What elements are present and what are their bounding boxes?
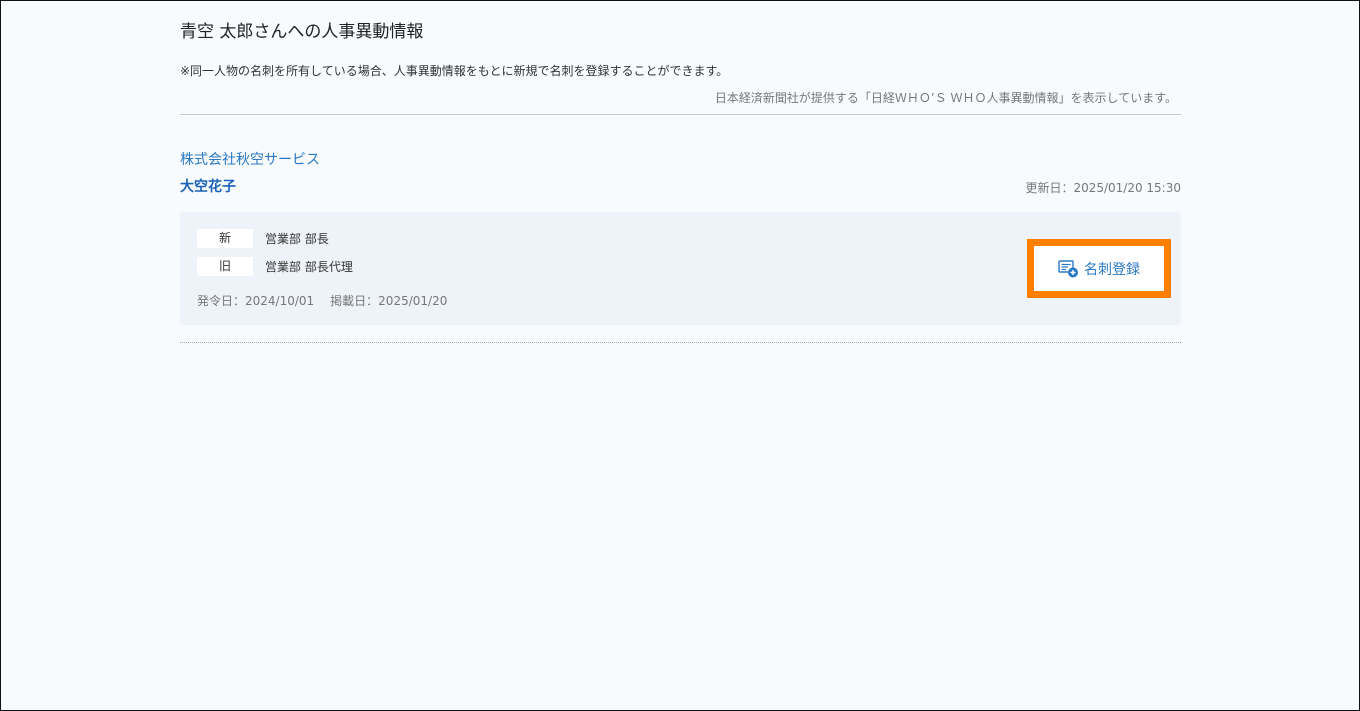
page-title: 青空 太郎さんへの人事異動情報 [180,22,424,42]
new-position-row: 新 営業部 部長 [197,228,329,248]
transfer-dates: 発令日：2024/10/01 掲載日：2025/01/20 [197,292,447,309]
person-name: 大空花子 [180,179,236,195]
old-tag: 旧 [197,256,253,276]
card-add-icon [1058,259,1078,277]
register-card-button[interactable]: 名刺登録 [1027,239,1171,298]
old-position: 営業部 部長代理 [265,259,353,274]
company-name: 株式会社秋空サービス [180,152,320,168]
entry-divider [180,342,1181,343]
transfer-card: 新 営業部 部長 旧 営業部 部長代理 発令日：2024/10/01 掲載日：20… [180,212,1181,325]
new-tag: 新 [197,228,253,248]
registration-note: ※同一人物の名刺を所有している場合、人事異動情報をもとに新規で名刺を登録すること… [180,64,729,78]
source-credit: 日本経済新聞社が提供する「日経ＷＨＯ’Ｓ ＷＨＯ人事異動情報」を表示しています。 [714,91,1177,105]
register-card-label: 名刺登録 [1084,261,1140,278]
old-position-row: 旧 営業部 部長代理 [197,256,353,276]
header-divider [180,114,1181,115]
publish-date: 掲載日：2025/01/20 [330,294,448,308]
issue-date: 発令日：2024/10/01 [197,294,315,308]
updated-date: 更新日：2025/01/20 15:30 [1025,181,1181,195]
new-position: 営業部 部長 [265,231,329,246]
app-frame: 青空 太郎さんへの人事異動情報 ※同一人物の名刺を所有している場合、人事異動情報… [0,0,1360,711]
